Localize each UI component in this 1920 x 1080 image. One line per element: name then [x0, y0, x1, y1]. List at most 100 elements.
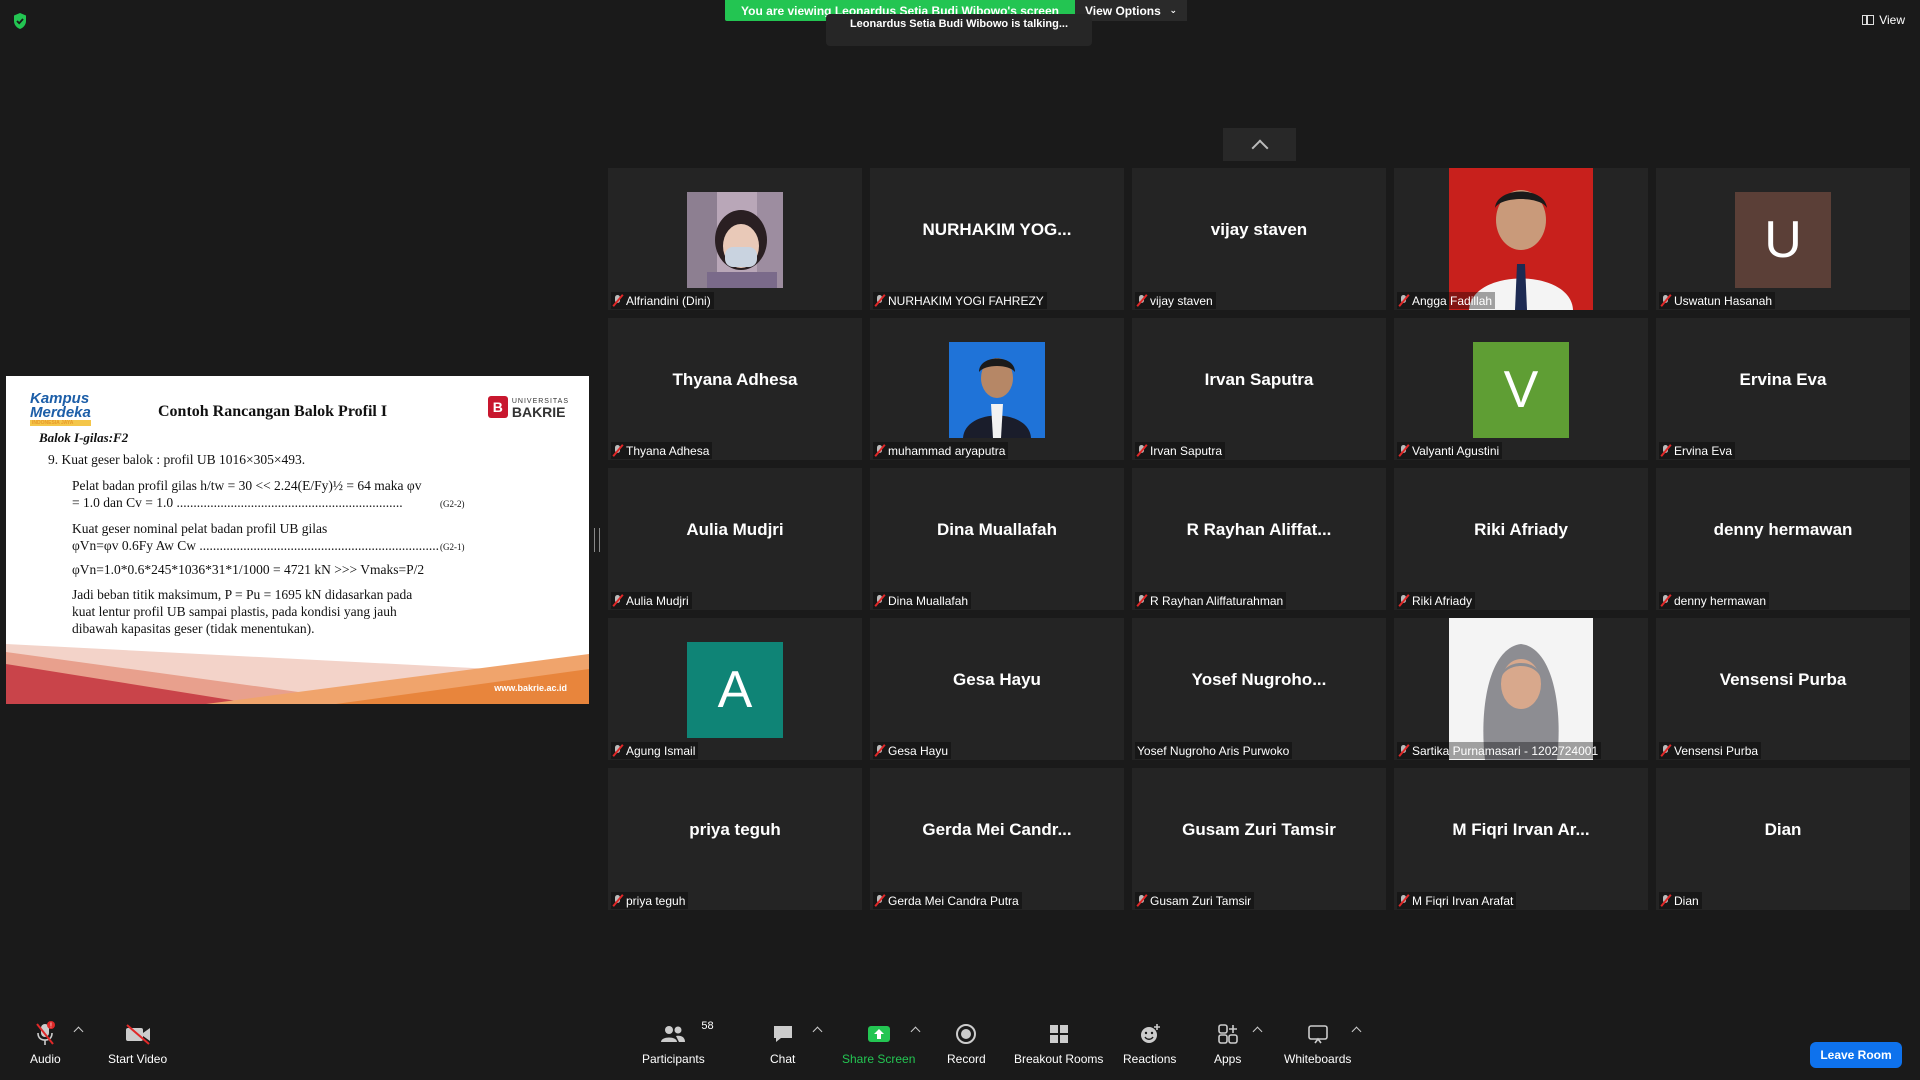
participant-name-text: NURHAKIM YOGI FAHREZY — [888, 293, 1044, 308]
participant-tile[interactable]: NURHAKIM YOG... NURHAKIM YOGI FAHREZY — [870, 168, 1124, 310]
participant-display-name: M Fiqri Irvan Ar... — [1452, 820, 1590, 839]
participant-tile[interactable]: V Valyanti Agustini — [1394, 318, 1648, 460]
chat-button[interactable]: Chat — [770, 1020, 795, 1066]
participant-name-label: Gesa Hayu — [873, 742, 952, 759]
leave-room-button[interactable]: Leave Room — [1810, 1042, 1902, 1068]
slide-line: φVn=1.0*0.6*245*1036*31*1/1000 = 4721 kN… — [72, 562, 425, 577]
participant-name-label: Ervina Eva — [1659, 442, 1736, 459]
participant-name-label: Sartika Purnamasari - 1202724001 — [1397, 742, 1602, 759]
slide-website: www.bakrie.ac.id — [494, 683, 567, 693]
microphone-muted-icon — [613, 895, 622, 906]
chevron-up-icon — [1251, 139, 1268, 156]
apps-icon — [1217, 1024, 1238, 1044]
participant-tile[interactable]: Sartika Purnamasari - 1202724001 — [1394, 618, 1648, 760]
participant-tile[interactable]: U Uswatun Hasanah — [1656, 168, 1910, 310]
split-resize-handle[interactable] — [594, 528, 600, 552]
share-screen-button[interactable]: Share Screen — [842, 1020, 915, 1066]
participant-tile[interactable]: Irvan Saputra Irvan Saputra — [1132, 318, 1386, 460]
gallery-page-up-button[interactable] — [1223, 128, 1296, 161]
chat-icon — [773, 1026, 792, 1042]
participant-display-name: priya teguh — [689, 820, 781, 839]
participant-tile[interactable]: R Rayhan Aliffat... R Rayhan Aliffaturahm… — [1132, 468, 1386, 610]
record-label: Record — [947, 1052, 986, 1066]
whiteboards-options-caret-icon[interactable] — [1351, 1026, 1362, 1037]
breakout-rooms-icon — [1049, 1025, 1068, 1043]
participant-name-label: Dian — [1659, 892, 1702, 909]
participant-name-text: Gesa Hayu — [888, 743, 949, 758]
audio-button[interactable]: ! Audio — [30, 1020, 61, 1066]
participant-name-label: Angga Fadillah — [1397, 292, 1496, 309]
participant-tile[interactable]: Aulia Mudjri Aulia Mudjri — [608, 468, 862, 610]
shared-screen[interactable]: Kampus Merdeka INDONESIA JAYA Contoh Ran… — [6, 376, 589, 704]
reactions-icon — [1140, 1024, 1160, 1043]
participant-name-text: Gerda Mei Candra Putra — [888, 893, 1019, 908]
participant-tile[interactable]: Alfriandini (Dini) — [608, 168, 862, 310]
participant-tile[interactable]: M Fiqri Irvan Ar... M Fiqri Irvan Arafat — [1394, 768, 1648, 910]
participant-tile[interactable]: Gesa Hayu Gesa Hayu — [870, 618, 1124, 760]
participant-name-label: muhammad aryaputra — [873, 442, 1009, 459]
chat-options-caret-icon[interactable] — [812, 1026, 823, 1037]
slide-equation-ref: (G2-1) — [440, 542, 465, 552]
participant-tile[interactable]: Dina Muallafah Dina Muallafah — [870, 468, 1124, 610]
participant-name-label: priya teguh — [611, 892, 689, 909]
microphone-muted-icon — [1399, 445, 1408, 456]
microphone-muted-icon — [1661, 595, 1670, 606]
slide-title: Contoh Rancangan Balok Profil I — [158, 403, 388, 420]
microphone-muted-icon — [875, 595, 884, 606]
view-button[interactable]: View — [1862, 13, 1905, 27]
participant-name-label: Uswatun Hasanah — [1659, 292, 1776, 309]
breakout-rooms-button[interactable]: Breakout Rooms — [1014, 1020, 1103, 1066]
microphone-muted-icon — [1399, 295, 1408, 306]
chevron-down-icon: ⌄ — [1169, 5, 1177, 15]
participant-tile[interactable]: muhammad aryaputra — [870, 318, 1124, 460]
apps-button[interactable]: Apps — [1214, 1020, 1241, 1066]
microphone-muted-icon — [875, 895, 884, 906]
audio-options-caret-icon[interactable] — [73, 1026, 84, 1037]
security-shield-icon[interactable] — [12, 12, 28, 30]
microphone-muted-icon — [1661, 445, 1670, 456]
participant-tile[interactable]: Angga Fadillah — [1394, 168, 1648, 310]
participant-name-text: muhammad aryaputra — [888, 443, 1006, 458]
participant-display-name: Irvan Saputra — [1204, 370, 1314, 389]
participant-tile[interactable]: Yosef Nugroho... Yosef Nugroho Aris Purwo… — [1132, 618, 1386, 760]
whiteboards-button[interactable]: Whiteboards — [1284, 1020, 1351, 1066]
avatar: A — [687, 642, 783, 738]
whiteboard-icon — [1307, 1025, 1328, 1044]
participant-name-text: Uswatun Hasanah — [1674, 293, 1773, 308]
participant-tile[interactable]: Riki Afriady Riki Afriady — [1394, 468, 1648, 610]
slide-line: dibawah kapasitas geser (tidak menentuka… — [72, 621, 315, 636]
whiteboards-label: Whiteboards — [1284, 1052, 1352, 1066]
participant-name-label: Gerda Mei Candra Putra — [873, 892, 1022, 909]
participant-tile[interactable]: Vensensi Purba Vensensi Purba — [1656, 618, 1910, 760]
slide-footer-graphic — [6, 644, 589, 704]
participants-button[interactable]: 58 Participants — [642, 1020, 714, 1066]
start-video-button[interactable]: Start Video — [108, 1020, 167, 1066]
participant-name-text: Irvan Saputra — [1150, 443, 1223, 458]
participant-name-label: Thyana Adhesa — [611, 442, 713, 459]
participant-name-text: Yosef Nugroho Aris Purwoko — [1137, 743, 1290, 758]
participant-name-label: vijay staven — [1135, 292, 1216, 309]
reactions-button[interactable]: Reactions — [1123, 1020, 1176, 1066]
participant-tile[interactable]: Gusam Zuri Tamsir Gusam Zuri Tamsir — [1132, 768, 1386, 910]
microphone-muted-icon — [1399, 745, 1408, 756]
participant-tile[interactable]: Dian Dian — [1656, 768, 1910, 910]
participant-name-text: Angga Fadillah — [1412, 293, 1493, 308]
participant-name-label: Dina Muallafah — [873, 592, 972, 609]
participant-name-text: Sartika Purnamasari - 1202724001 — [1412, 743, 1599, 758]
participant-tile[interactable]: vijay staven vijay staven — [1132, 168, 1386, 310]
microphone-muted-icon — [1399, 595, 1408, 606]
microphone-muted-icon — [613, 745, 622, 756]
microphone-muted-icon — [1137, 895, 1146, 906]
participant-name-label: Aulia Mudjri — [611, 592, 692, 609]
participant-name-text: Valyanti Agustini — [1412, 443, 1500, 458]
record-button[interactable]: Record — [947, 1020, 986, 1066]
participant-tile[interactable]: Thyana Adhesa Thyana Adhesa — [608, 318, 862, 460]
participant-tile[interactable]: A Agung Ismail — [608, 618, 862, 760]
participant-name-text: priya teguh — [626, 893, 686, 908]
participant-tile[interactable]: priya teguh priya teguh — [608, 768, 862, 910]
apps-options-caret-icon[interactable] — [1252, 1026, 1263, 1037]
participant-tile[interactable]: Gerda Mei Candr... Gerda Mei Candra Putra — [870, 768, 1124, 910]
view-button-label: View — [1879, 13, 1905, 27]
participant-tile[interactable]: Ervina Eva Ervina Eva — [1656, 318, 1910, 460]
participant-tile[interactable]: denny hermawan denny hermawan — [1656, 468, 1910, 610]
